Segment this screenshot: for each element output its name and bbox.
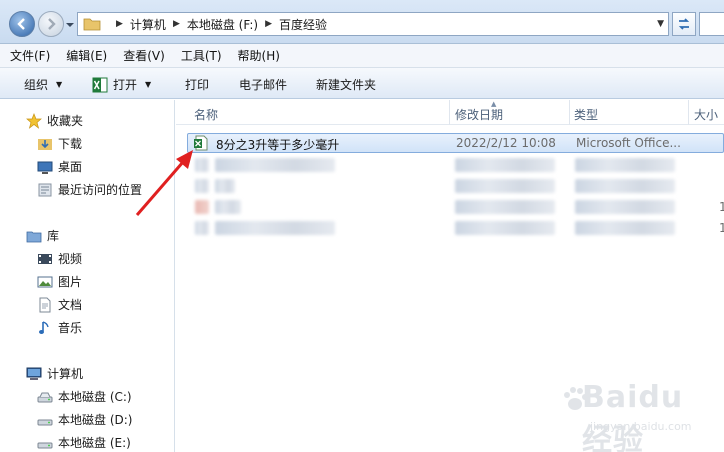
- table-row[interactable]: 8分之3升等于多少毫升 2022/2/12 10:08 Microsoft Of…: [187, 133, 724, 153]
- nav-videos[interactable]: 视频: [37, 250, 82, 267]
- nav-documents[interactable]: 文档: [37, 296, 82, 313]
- menu-tools[interactable]: 工具(T): [181, 47, 222, 64]
- refresh-icon: [678, 18, 690, 30]
- nav-libraries[interactable]: 库: [26, 227, 59, 244]
- breadcrumb[interactable]: ▶ 计算机 ▶ 本地磁盘 (F:) ▶ 百度经验 ▼: [77, 12, 669, 36]
- column-date[interactable]: 修改日期: [455, 106, 503, 123]
- nav-drive-e[interactable]: 本地磁盘 (E:): [37, 434, 131, 451]
- blurred-row[interactable]: [187, 176, 724, 196]
- drive-icon: [37, 412, 53, 428]
- nav-favorites[interactable]: 收藏夹: [26, 112, 83, 129]
- blurred-row[interactable]: 1: [187, 197, 724, 217]
- menu-help[interactable]: 帮助(H): [238, 47, 280, 64]
- excel-icon: [92, 77, 108, 92]
- document-icon: [37, 297, 53, 313]
- menu-file[interactable]: 文件(F): [10, 47, 50, 64]
- watermark-url: jingyan.baidu.com: [590, 420, 692, 433]
- email-button[interactable]: 电子邮件: [239, 76, 287, 93]
- column-header-row: ▲ 名称 修改日期 类型 大小: [176, 100, 724, 125]
- baidu-watermark: Baidu经验 jingyan.baidu.com: [560, 378, 710, 452]
- recent-places-icon: [37, 182, 53, 198]
- address-bar: ▶ 计算机 ▶ 本地磁盘 (F:) ▶ 百度经验 ▼: [0, 0, 724, 44]
- organize-label: 组织: [24, 78, 49, 92]
- menu-view[interactable]: 查看(V): [123, 47, 165, 64]
- nav-pictures[interactable]: 图片: [37, 273, 82, 290]
- desktop-icon: [37, 159, 53, 175]
- new-folder-button[interactable]: 新建文件夹: [316, 76, 376, 93]
- breadcrumb-drive-f[interactable]: 本地磁盘 (F:) ▶: [187, 16, 279, 33]
- forward-button[interactable]: [38, 11, 64, 37]
- folder-icon: [83, 18, 101, 31]
- column-divider[interactable]: [569, 100, 570, 125]
- file-name: 8分之3升等于多少毫升: [216, 138, 340, 152]
- open-label: 打开: [113, 78, 138, 92]
- menu-bar: 文件(F) 编辑(E) 查看(V) 工具(T) 帮助(H): [0, 44, 724, 68]
- video-icon: [37, 251, 53, 267]
- nav-recent-label: 最近访问的位置: [58, 183, 143, 197]
- command-bar: 组织 ▼ 打开 ▼ 打印 电子邮件 新建文件夹: [0, 68, 724, 99]
- back-button[interactable]: [9, 11, 35, 37]
- nav-drive-c-label: 本地磁盘 (C:): [58, 390, 132, 404]
- back-arrow-icon: [17, 18, 25, 30]
- computer-icon: [26, 366, 42, 382]
- column-name[interactable]: 名称: [194, 106, 218, 123]
- blurred-row[interactable]: [187, 155, 724, 175]
- nav-downloads-label: 下载: [58, 137, 83, 151]
- navigation-pane: 收藏夹 下载 桌面 最近访问的位置 库 视频 图片 文档 音乐 计算机 本地磁盘…: [0, 100, 175, 452]
- nav-videos-label: 视频: [58, 252, 83, 266]
- recent-pages-dropdown-icon[interactable]: [66, 21, 74, 29]
- file-type: Microsoft Office...: [576, 136, 681, 150]
- drive-icon: [37, 435, 53, 451]
- refresh-button[interactable]: [672, 12, 696, 36]
- nav-downloads[interactable]: 下载: [37, 135, 82, 152]
- nav-drive-d-label: 本地磁盘 (D:): [58, 413, 133, 427]
- watermark-text: Baidu经验: [582, 380, 684, 452]
- blurred-row[interactable]: 1: [187, 218, 724, 238]
- address-dropdown-icon[interactable]: ▼: [657, 19, 664, 29]
- picture-icon: [37, 274, 53, 290]
- forward-arrow-icon: [48, 18, 56, 30]
- library-icon: [26, 228, 42, 244]
- star-icon: [26, 112, 42, 129]
- column-size[interactable]: 大小: [694, 106, 718, 123]
- nav-documents-label: 文档: [58, 298, 83, 312]
- breadcrumb-computer[interactable]: 计算机 ▶: [130, 16, 187, 33]
- nav-music-label: 音乐: [58, 321, 83, 335]
- nav-pictures-label: 图片: [58, 275, 83, 289]
- column-divider[interactable]: [688, 100, 689, 125]
- column-type[interactable]: 类型: [574, 106, 598, 123]
- breadcrumb-root-separator[interactable]: ▶: [109, 19, 130, 29]
- size-digit: 1: [719, 200, 724, 214]
- drive-icon: [37, 389, 53, 405]
- file-date: 2022/2/12 10:08: [456, 136, 556, 150]
- size-digit: 1: [719, 221, 724, 235]
- excel-file-icon: [194, 135, 208, 151]
- menu-edit[interactable]: 编辑(E): [66, 47, 107, 64]
- nav-computer-label: 计算机: [47, 367, 84, 381]
- nav-drive-d[interactable]: 本地磁盘 (D:): [37, 411, 132, 428]
- nav-libraries-label: 库: [47, 229, 60, 243]
- chevron-down-icon: ▼: [56, 80, 63, 89]
- nav-drive-e-label: 本地磁盘 (E:): [58, 436, 131, 450]
- nav-desktop-label: 桌面: [58, 160, 83, 174]
- nav-desktop[interactable]: 桌面: [37, 158, 82, 175]
- search-box[interactable]: [699, 12, 724, 36]
- downloads-folder-icon: [37, 136, 53, 152]
- open-button[interactable]: 打开 ▼: [92, 76, 151, 93]
- column-divider[interactable]: [449, 100, 450, 125]
- print-button[interactable]: 打印: [185, 76, 209, 93]
- organize-button[interactable]: 组织 ▼: [24, 76, 62, 93]
- chevron-down-icon: ▼: [145, 80, 152, 89]
- nav-recent-places[interactable]: 最近访问的位置: [37, 181, 142, 198]
- nav-music[interactable]: 音乐: [37, 319, 82, 336]
- breadcrumb-baidu-jingyan[interactable]: 百度经验: [279, 16, 327, 33]
- nav-drive-c[interactable]: 本地磁盘 (C:): [37, 388, 132, 405]
- music-icon: [37, 320, 53, 336]
- nav-computer[interactable]: 计算机: [26, 365, 83, 382]
- nav-favorites-label: 收藏夹: [47, 114, 84, 128]
